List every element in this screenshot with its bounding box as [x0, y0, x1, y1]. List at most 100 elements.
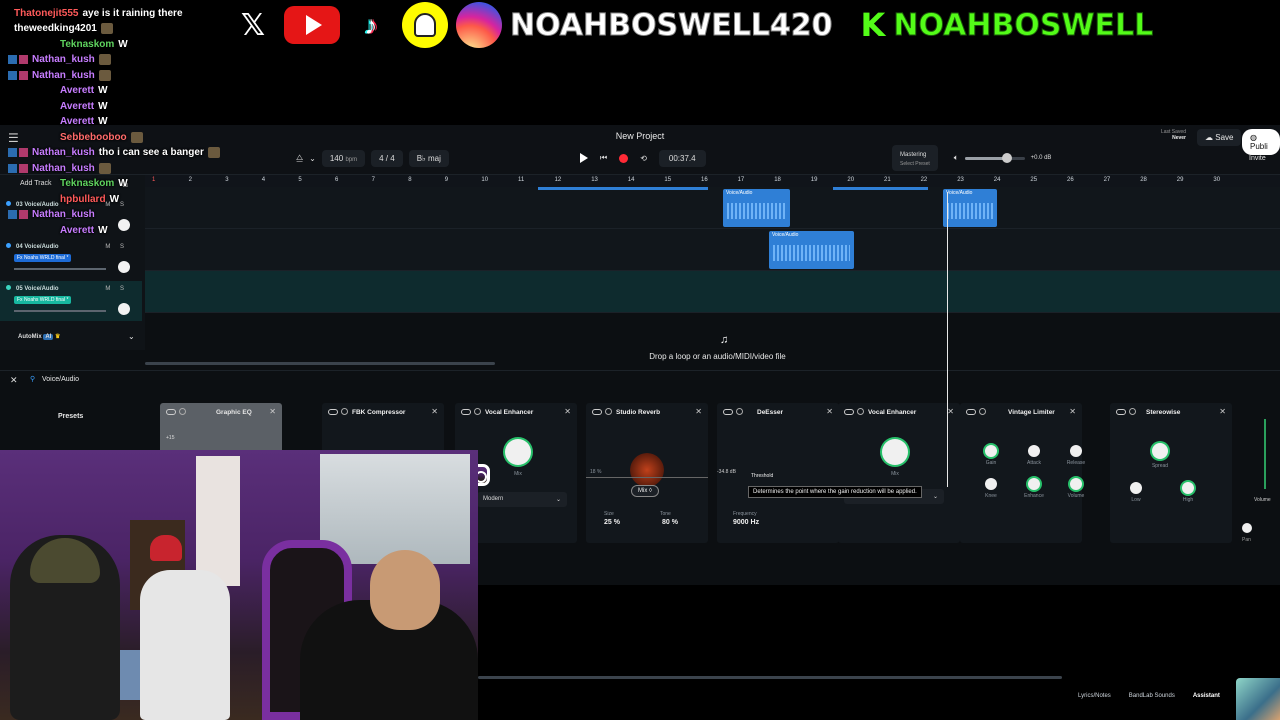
chat-username[interactable]: Averett	[60, 116, 94, 127]
info-icon[interactable]	[605, 408, 612, 415]
chat-username[interactable]: Teknaskom	[60, 39, 114, 50]
lyrics-notes-link[interactable]: Lyrics/Notes	[1078, 693, 1111, 707]
knee-knob[interactable]	[985, 478, 997, 490]
chat-username[interactable]: Averett	[60, 85, 94, 96]
toggle-switch[interactable]	[723, 409, 733, 415]
info-icon[interactable]	[179, 408, 186, 415]
track-05[interactable]: 05 Voice/Audio M S Fx Noahs WRLD final *	[0, 281, 142, 321]
master-volume-slider[interactable]	[964, 152, 1025, 163]
close-icon[interactable]: ✕	[10, 375, 18, 386]
toggle-switch[interactable]	[966, 409, 976, 415]
lane-04[interactable]: Voice/Audio	[145, 229, 1280, 271]
chat-username[interactable]: hpbullard	[60, 194, 106, 205]
plugin-vintage-limiter[interactable]: Vintage Limiter ✕ Gain Attack Release Kn…	[960, 403, 1085, 543]
chat-username[interactable]: Nathan_kush	[32, 163, 95, 174]
info-icon[interactable]	[1129, 408, 1136, 415]
timeline-scrollbar[interactable]	[145, 362, 495, 365]
chevron-down-icon[interactable]: ⌄	[128, 332, 135, 341]
plugin-studio-reverb[interactable]: Studio Reverb ✕ 18 % Mix ◊ Size 25 % Ton…	[586, 403, 708, 543]
info-icon[interactable]	[979, 408, 986, 415]
tone-value[interactable]: 80 %	[662, 519, 678, 526]
chat-username[interactable]: Teknaskom	[60, 178, 114, 189]
mastering-preset[interactable]: Mastering Select Preset	[892, 145, 938, 171]
time-signature[interactable]: 4 / 4	[371, 149, 403, 167]
close-icon[interactable]: ✕	[947, 407, 954, 416]
mix-pill[interactable]: Mix ◊	[631, 485, 659, 497]
close-icon[interactable]: ✕	[564, 407, 571, 416]
pan-knob[interactable]	[118, 303, 130, 315]
volume-meter[interactable]	[1264, 419, 1266, 489]
automix[interactable]: AutoMix AI ♛	[18, 333, 60, 340]
info-icon[interactable]	[474, 408, 481, 415]
toggle-switch[interactable]	[1116, 409, 1126, 415]
playhead[interactable]	[947, 192, 948, 487]
assistant-link[interactable]: Assistant	[1193, 693, 1220, 707]
bandlab-sounds-link[interactable]: BandLab Sounds	[1129, 693, 1175, 707]
plugin-stereowise[interactable]: Stereowise ✕ Spread Low High	[1110, 403, 1232, 543]
record-icon[interactable]	[619, 153, 629, 163]
metronome-icon[interactable]: ⧋	[296, 153, 303, 163]
attack-knob[interactable]	[1028, 445, 1040, 457]
close-icon[interactable]: ✕	[695, 407, 702, 416]
chevron-down-icon[interactable]: ⌄	[309, 154, 316, 163]
info-icon[interactable]	[857, 408, 864, 415]
effects-scrollbar[interactable]	[478, 676, 1062, 679]
audio-clip[interactable]: Voice/Audio	[723, 189, 790, 227]
toggle-switch[interactable]	[592, 409, 602, 415]
close-icon[interactable]: ✕	[826, 407, 833, 416]
pan-knob[interactable]	[1242, 523, 1252, 533]
add-track-button[interactable]: Add Track	[20, 180, 52, 187]
mode-dropdown[interactable]: Modern ⌄	[477, 492, 567, 507]
frequency-value[interactable]: 9000 Hz	[733, 519, 759, 526]
audio-clip[interactable]: Voice/Audio	[769, 231, 854, 269]
release-knob[interactable]	[1070, 445, 1082, 457]
volume-slider[interactable]	[14, 310, 106, 312]
chat-username[interactable]: Nathan_kush	[32, 54, 95, 65]
publish-button[interactable]: ◍ Publi	[1242, 129, 1280, 155]
chat-username[interactable]: Averett	[60, 101, 94, 112]
audio-clip[interactable]: Voice/Audio	[943, 189, 997, 227]
presets-label[interactable]: Presets	[58, 413, 83, 420]
pan-knob[interactable]	[118, 219, 130, 231]
low-knob[interactable]	[1130, 482, 1142, 494]
info-icon[interactable]	[736, 408, 743, 415]
high-knob[interactable]	[1182, 482, 1194, 494]
chat-username[interactable]: Averett	[60, 225, 94, 236]
volume-handle[interactable]	[1001, 152, 1012, 163]
spread-knob[interactable]	[1152, 443, 1168, 459]
timeline-ruler[interactable]: 1 2 3 4 5 6 7 8 9 10 11 12 13 14 15 16 17 18 19 20 21 22 23 24 2…	[145, 175, 1280, 187]
toggle-switch[interactable]	[166, 409, 176, 415]
invite-button[interactable]: Invite	[1249, 155, 1266, 162]
skip-back-icon[interactable]: ⏮	[600, 153, 607, 163]
close-icon[interactable]: ✕	[1069, 407, 1076, 416]
project-title[interactable]: New Project	[0, 131, 1280, 141]
chat-username[interactable]: Sebbebooboo	[60, 132, 127, 143]
chat-username[interactable]: Nathan_kush	[32, 209, 95, 220]
volume-slider[interactable]	[14, 268, 106, 270]
close-icon[interactable]: ✕	[431, 407, 438, 416]
fx-chip[interactable]: Fx Noahs WRLD final *	[14, 296, 72, 304]
mute-solo[interactable]: M S	[105, 244, 128, 250]
fx-chip[interactable]: Fx Noahs WRLD final *	[14, 254, 72, 262]
lane-05[interactable]	[145, 271, 1280, 313]
audio-clip[interactable]	[833, 187, 928, 190]
info-icon[interactable]	[341, 408, 348, 415]
chat-username[interactable]: Thatonejit555	[14, 8, 78, 19]
play-icon[interactable]	[580, 153, 588, 163]
toggle-switch[interactable]	[461, 409, 471, 415]
pan-knob[interactable]	[118, 261, 130, 273]
chat-username[interactable]: Nathan_kush	[32, 147, 95, 158]
bpm-field[interactable]: 140 bpm	[321, 149, 366, 167]
loop-icon[interactable]: ⟲	[640, 154, 647, 163]
plugin-deesser[interactable]: DeEsser ✕ -34.8 dB Threshold Frequency 9…	[717, 403, 839, 543]
mix-knob[interactable]	[882, 439, 908, 465]
audio-clip[interactable]	[538, 187, 708, 190]
plugin-vocal-enhancer-2[interactable]: Vocal Enhancer ✕ Mix Warm⌄	[838, 403, 960, 543]
speaker-icon[interactable]: 🔈︎	[954, 153, 959, 163]
save-button[interactable]: ☁︎ Save	[1197, 129, 1242, 146]
size-value[interactable]: 25 %	[604, 519, 620, 526]
chat-username[interactable]: theweedking4201	[14, 23, 97, 34]
toggle-switch[interactable]	[844, 409, 854, 415]
mix-knob[interactable]	[505, 439, 531, 465]
track-04[interactable]: 04 Voice/Audio M S Fx Noahs WRLD final *	[0, 239, 142, 279]
